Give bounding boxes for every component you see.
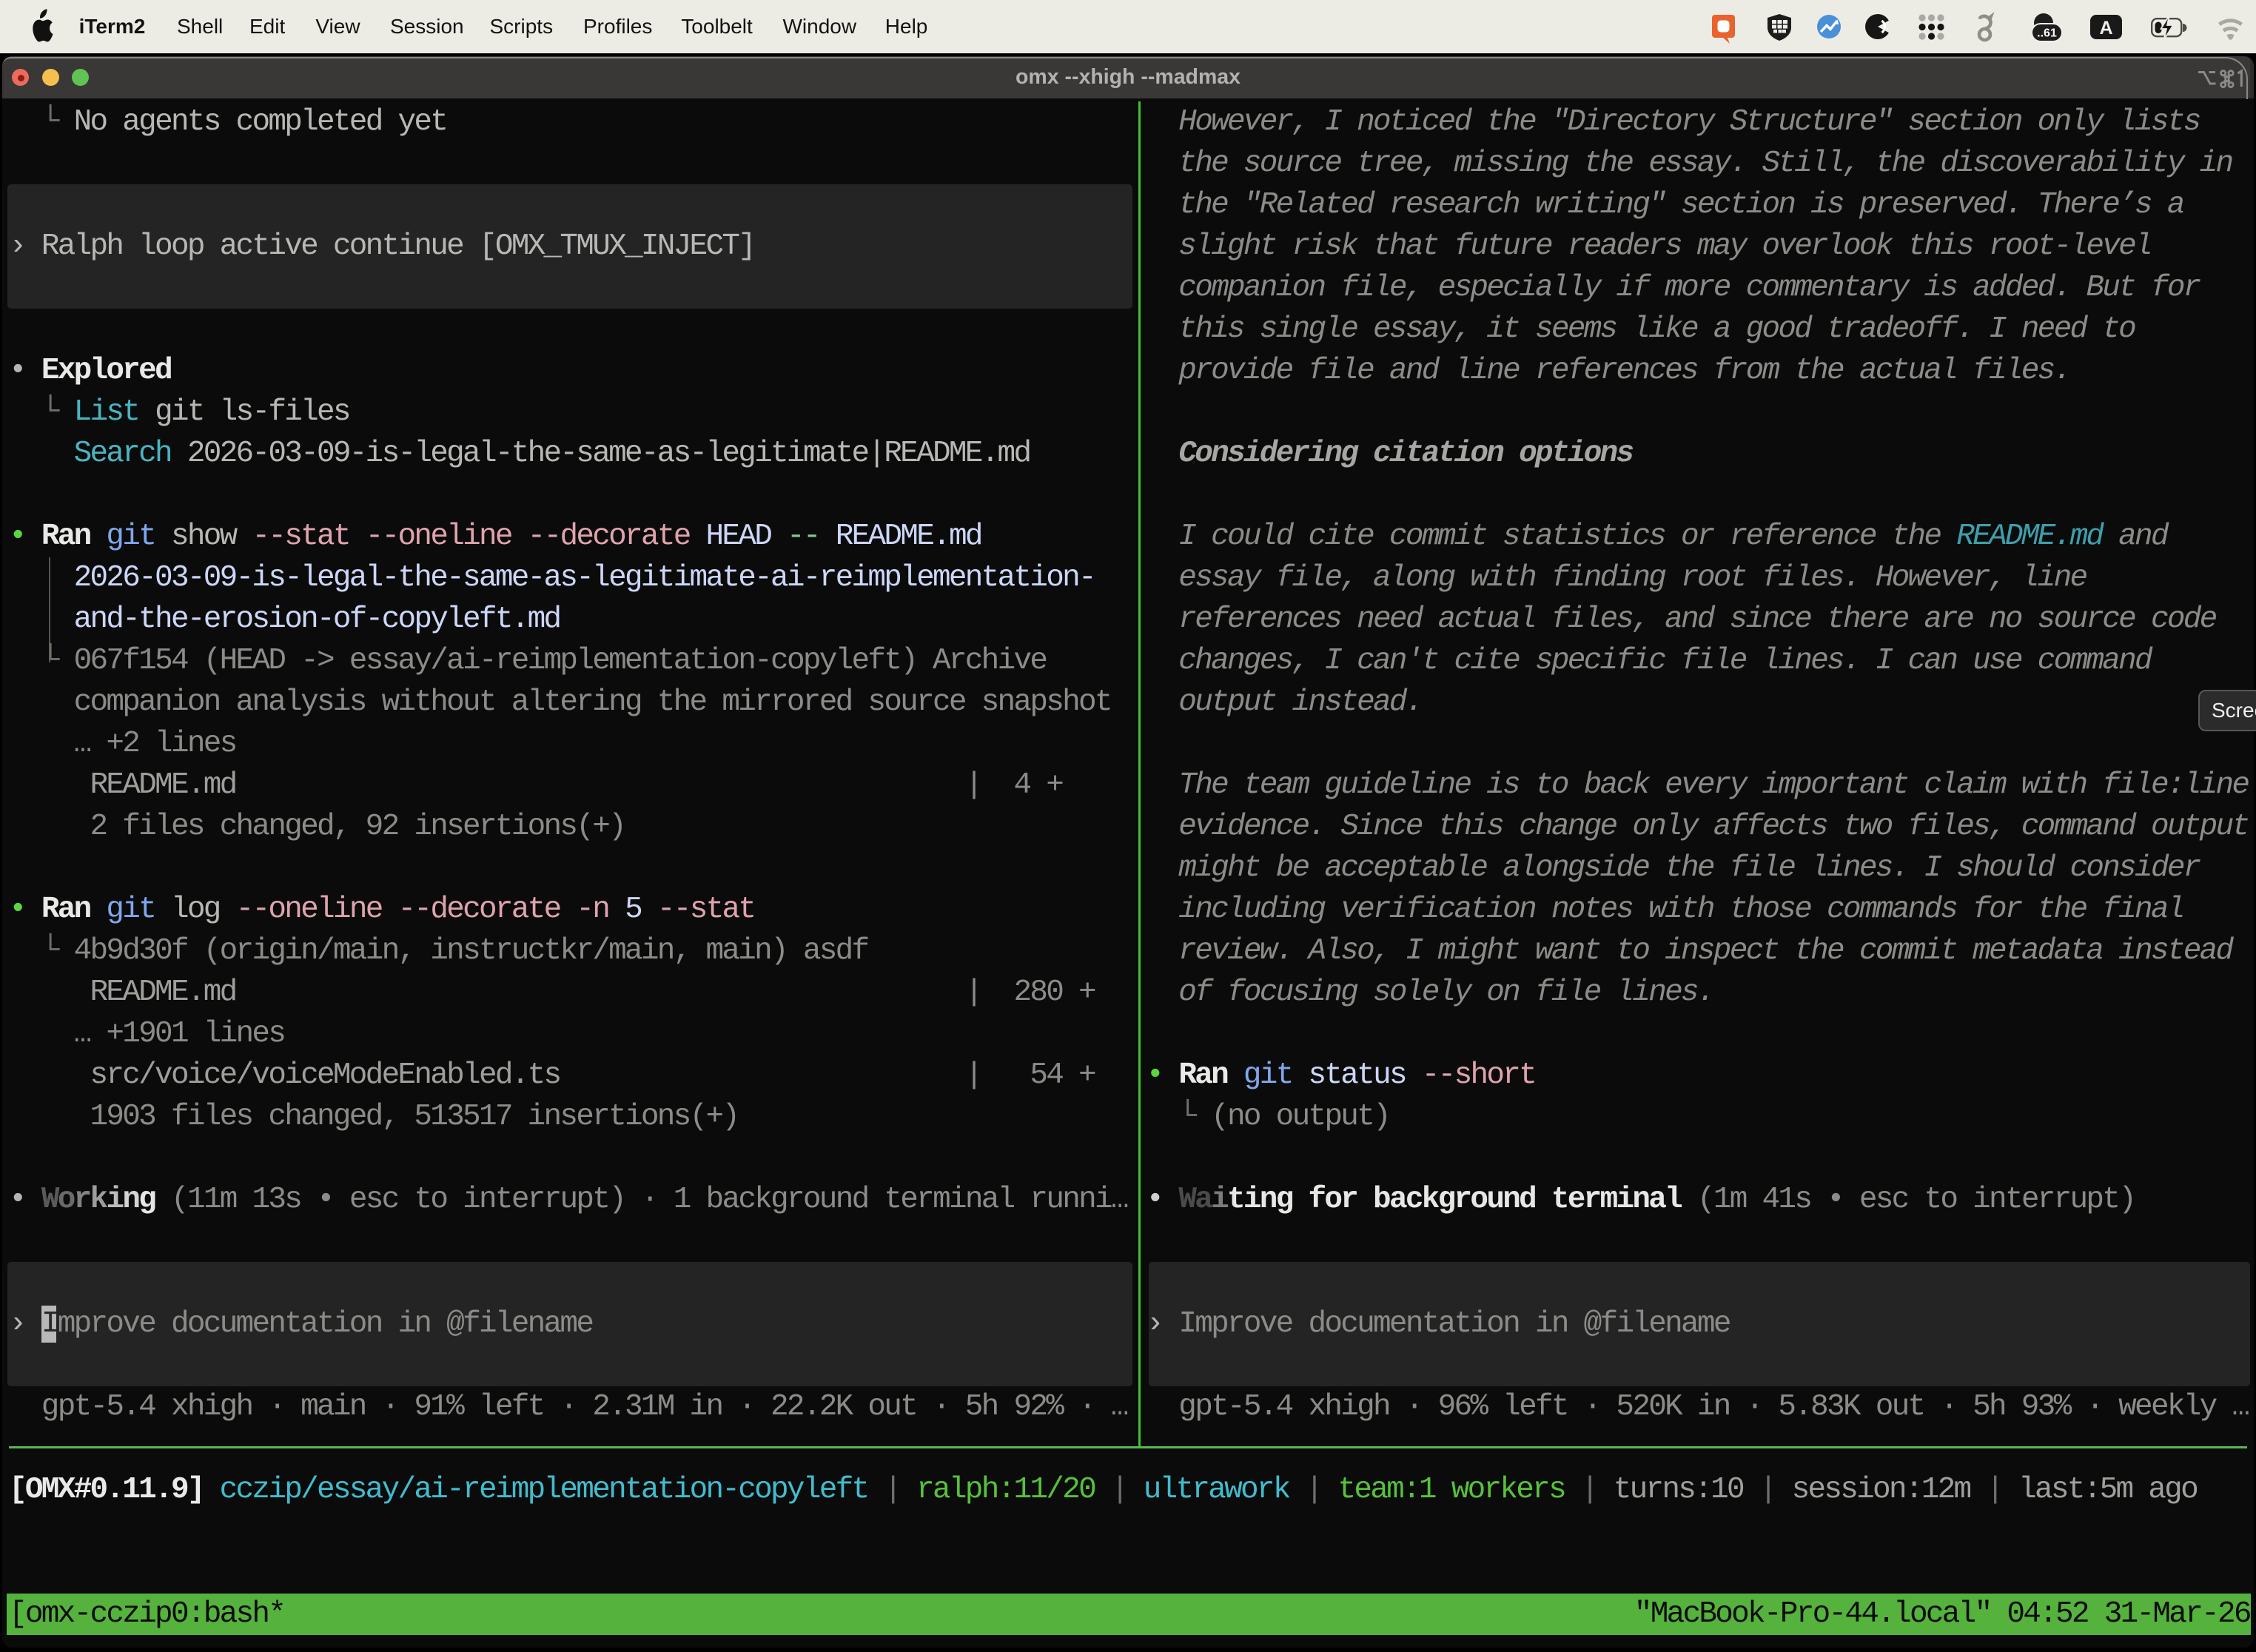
svg-text:A: A: [2099, 18, 2112, 38]
svg-text:..61: ..61: [2037, 27, 2057, 40]
